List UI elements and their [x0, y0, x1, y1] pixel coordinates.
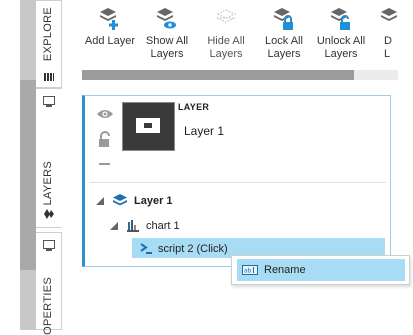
unlock-layer-icon	[331, 8, 350, 30]
tab-properties[interactable]: OPERTIES	[36, 232, 62, 335]
hide-all-layers-label: Hide All Layers	[207, 35, 245, 60]
layer-type-label: LAYER	[178, 102, 210, 112]
tree-script-label: script 2 (Click)	[158, 243, 228, 255]
truncated-toolbar-button[interactable]: D L	[376, 0, 406, 66]
layer-name-field[interactable]: Layer 1	[184, 124, 224, 138]
add-layer-button[interactable]: Add Layer	[82, 0, 138, 66]
layer-stack-icon	[113, 194, 127, 206]
show-all-layers-button[interactable]: Show All Layers	[141, 0, 193, 66]
tab-properties-label: OPERTIES	[42, 277, 54, 335]
bar-chart-icon	[127, 220, 139, 232]
left-scrollbar-thumb[interactable]	[20, 80, 36, 270]
lock-layer-icon	[274, 8, 293, 30]
toolbar-scrollbar-thumb[interactable]	[82, 70, 354, 80]
eye-layer-icon	[157, 8, 176, 29]
layers-toolbar: Add Layer Show All Layers Hide All Layer…	[72, 0, 413, 66]
monitor-icon	[43, 96, 55, 107]
visibility-eye-icon[interactable]	[96, 108, 114, 120]
add-layer-icon	[100, 8, 118, 30]
rename-icon: ab	[242, 265, 258, 275]
tree-layer-label: Layer 1	[134, 195, 173, 207]
lock-toggle-icon[interactable]	[98, 131, 112, 147]
script-icon	[140, 243, 152, 254]
lock-all-layers-label: Lock All Layers	[265, 35, 303, 60]
left-edge	[0, 0, 20, 330]
unlock-all-layers-button[interactable]: Unlock All Layers	[313, 0, 369, 66]
rename-menu-item[interactable]: ab Rename	[237, 259, 405, 281]
tree-chart-label: chart 1	[146, 220, 180, 232]
tab-layers-label: LAYERS	[42, 161, 54, 206]
truncated-layer-icon	[381, 8, 397, 21]
tab-explore[interactable]: EXPLORE	[36, 0, 62, 88]
show-all-layers-label: Show All Layers	[145, 35, 189, 60]
explore-strip-icon	[44, 73, 54, 81]
tab-explore-label: EXPLORE	[42, 7, 54, 62]
panel-divider	[90, 182, 386, 183]
unlock-all-layers-label: Unlock All Layers	[316, 35, 366, 60]
expand-arrow-icon[interactable]	[96, 197, 104, 205]
truncated-toolbar-label: D L	[384, 35, 392, 60]
tab-layers[interactable]: LAYERS	[36, 88, 62, 228]
collapse-minus-icon[interactable]	[99, 163, 110, 165]
expand-arrow-icon-chart[interactable]	[110, 222, 118, 230]
layer-thumbnail-detail	[144, 123, 152, 128]
lock-all-layers-button[interactable]: Lock All Layers	[258, 0, 310, 66]
add-layer-label: Add Layer	[84, 35, 136, 47]
svg-text:ab: ab	[244, 268, 252, 275]
hidden-layer-icon	[215, 9, 237, 23]
layers-tab-icon	[44, 209, 54, 219]
properties-monitor-icon	[43, 240, 55, 251]
hide-all-layers-button[interactable]: Hide All Layers	[200, 0, 252, 66]
rename-label: Rename	[264, 264, 306, 276]
